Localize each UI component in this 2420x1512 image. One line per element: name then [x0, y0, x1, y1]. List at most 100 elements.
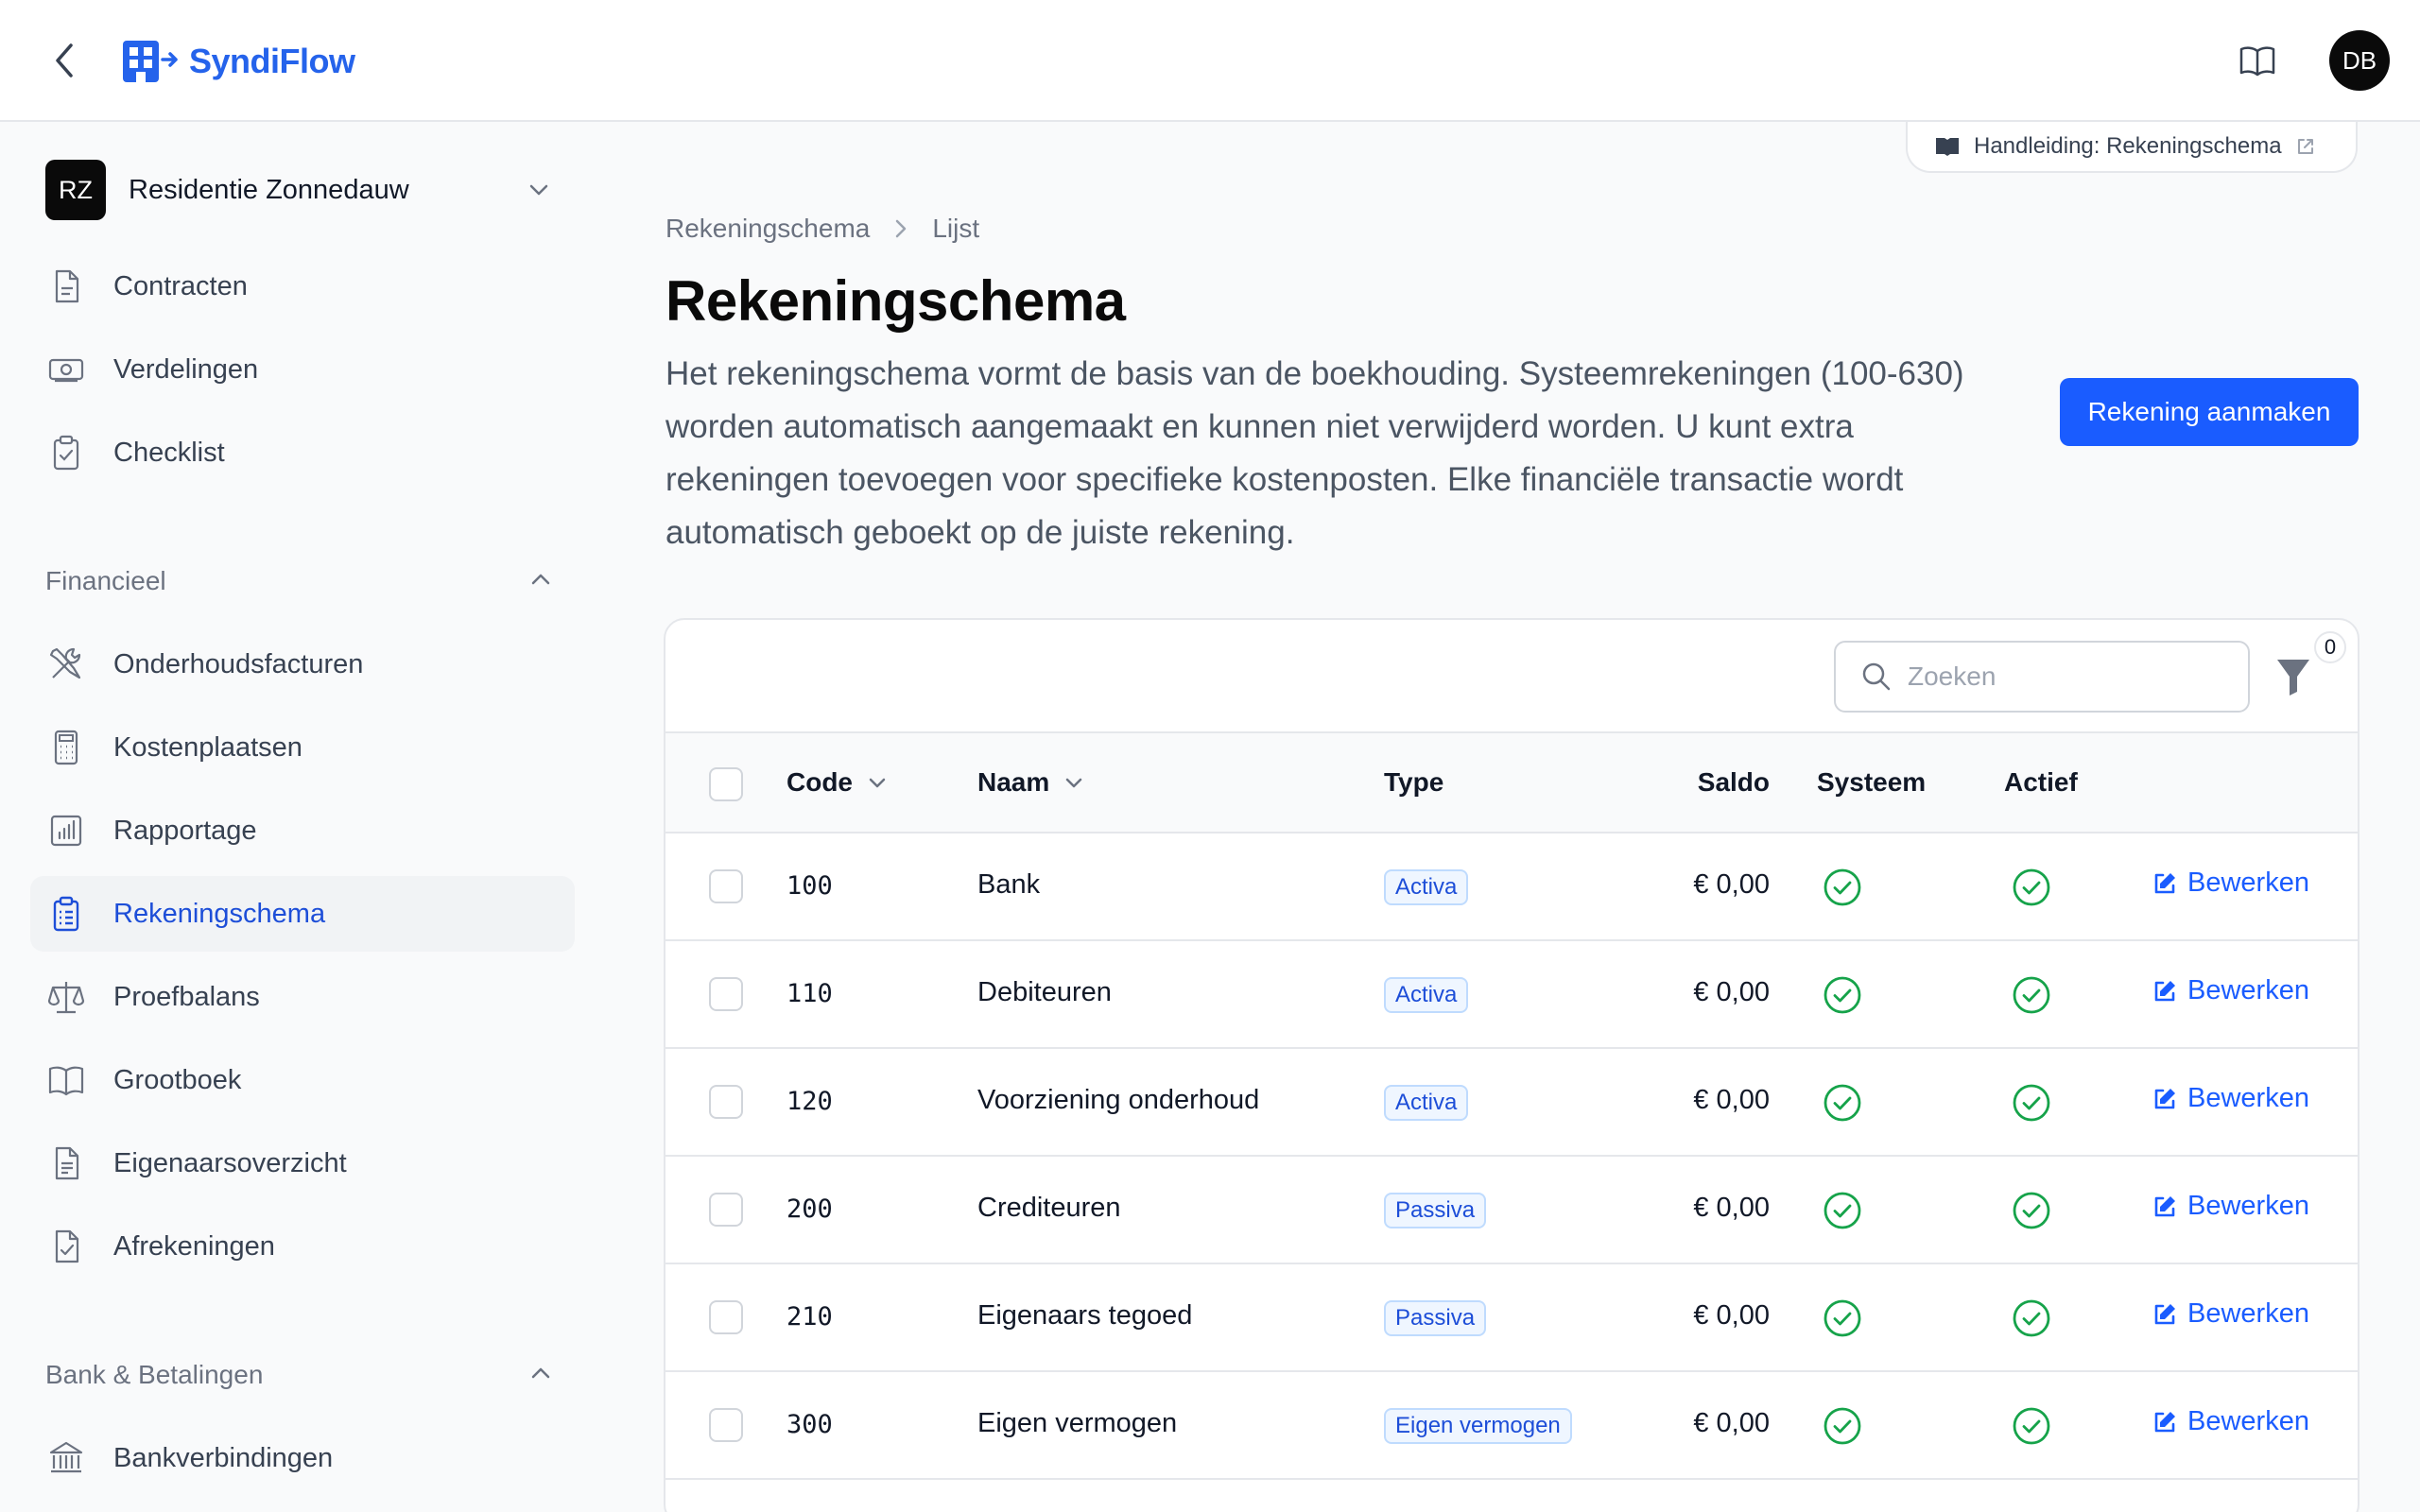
column-header-type: Type — [1384, 767, 1444, 797]
account-name: Eigen vermogen — [977, 1408, 1178, 1438]
back-button[interactable] — [45, 38, 83, 83]
brand-logo[interactable]: SyndiFlow — [121, 38, 355, 85]
sidebar-item-grootboek[interactable]: Grootboek — [30, 1042, 575, 1118]
page-title: Rekeningschema — [666, 269, 1126, 333]
edit-button[interactable]: Bewerken — [2152, 1083, 2309, 1114]
edit-label: Bewerken — [2187, 975, 2309, 1005]
sidebar-item-onderhoudsfacturen[interactable]: Onderhoudsfacturen — [30, 627, 575, 702]
type-badge: Passiva — [1384, 1300, 1487, 1336]
row-checkbox[interactable] — [709, 1085, 743, 1119]
table-row: 200 Crediteuren Passiva € 0,00 Bewerken — [666, 1157, 2358, 1264]
tenant-badge: RZ — [45, 160, 106, 220]
type-badge: Activa — [1384, 1085, 1469, 1121]
sidebar-item-afrekeningen[interactable]: Afrekeningen — [30, 1209, 575, 1284]
tenant-selector[interactable]: RZ Residentie Zonnedauw — [45, 160, 575, 220]
manual-link[interactable]: Handleiding: Rekeningschema — [1906, 122, 2358, 173]
search-box[interactable] — [1834, 641, 2250, 713]
manual-link-label: Handleiding: Rekeningschema — [1974, 133, 2282, 159]
manual-button[interactable] — [2238, 43, 2276, 77]
tenant-name: Residentie Zonnedauw — [129, 174, 409, 205]
table-header: Code Naam Type Saldo Systeem Actief — [666, 733, 2358, 833]
row-checkbox[interactable] — [709, 1408, 743, 1442]
funnel-icon — [2277, 660, 2309, 696]
edit-button[interactable]: Bewerken — [2152, 975, 2309, 1006]
sidebar-item-label: Eigenaarsoverzicht — [113, 1147, 347, 1178]
breadcrumb-item-lijst: Lijst — [932, 214, 980, 243]
active-check-icon — [2013, 1084, 2050, 1122]
edit-icon — [2154, 980, 2175, 1001]
table-row: 300 Eigen vermogen Eigen vermogen € 0,00… — [666, 1372, 2358, 1480]
sidebar-item-proefbalans[interactable]: Proefbalans — [30, 959, 575, 1035]
sidebar-item-label: Proefbalans — [113, 981, 260, 1012]
column-header-saldo: Saldo — [1697, 767, 1770, 797]
chevron-left-icon — [56, 43, 73, 77]
account-name: Bank — [977, 869, 1041, 900]
column-header-naam[interactable]: Naam — [977, 767, 1085, 798]
sidebar-item-label: Verdelingen — [113, 353, 259, 385]
system-check-icon — [1824, 1192, 1861, 1229]
edit-icon — [2154, 1411, 2175, 1432]
account-balance: € 0,00 — [1693, 1300, 1770, 1331]
active-check-icon — [2013, 1299, 2050, 1337]
bar-chart-icon — [50, 815, 82, 847]
external-link-icon — [2297, 139, 2313, 154]
sidebar-item-kostenplaatsen[interactable]: Kostenplaatsen — [30, 710, 575, 785]
sidebar-item-verdelingen[interactable]: Verdelingen — [30, 332, 575, 407]
search-input[interactable] — [1908, 662, 2248, 692]
edit-button[interactable]: Bewerken — [2152, 1191, 2309, 1222]
user-avatar[interactable]: DB — [2329, 30, 2390, 91]
account-code: 200 — [786, 1194, 833, 1224]
chevron-down-icon — [869, 778, 886, 788]
type-badge: Passiva — [1384, 1193, 1487, 1228]
column-header-systeem: Systeem — [1817, 767, 1927, 797]
edit-button[interactable]: Bewerken — [2152, 868, 2309, 899]
select-all-checkbox[interactable] — [709, 767, 743, 801]
sidebar-item-label: Grootboek — [113, 1064, 242, 1095]
account-name: Debiteuren — [977, 977, 1112, 1007]
account-name: Crediteuren — [977, 1193, 1121, 1223]
row-checkbox[interactable] — [709, 1300, 743, 1334]
edit-label: Bewerken — [2187, 1083, 2309, 1113]
column-label: Code — [786, 767, 853, 797]
sidebar-item-contracten[interactable]: Contracten — [30, 249, 575, 324]
edit-label: Bewerken — [2187, 868, 2309, 898]
edit-button[interactable]: Bewerken — [2152, 1298, 2309, 1330]
sidebar-item-bankverbindingen[interactable]: Bankverbindingen — [30, 1420, 575, 1496]
active-check-icon — [2013, 868, 2050, 906]
chevron-down-icon — [529, 184, 548, 196]
row-checkbox[interactable] — [709, 1193, 743, 1227]
document-text-icon — [55, 1146, 79, 1180]
sidebar-item-checklist[interactable]: Checklist — [30, 415, 575, 490]
account-name: Eigenaars tegoed — [977, 1300, 1193, 1331]
breadcrumb: Rekeningschema Lijst — [666, 214, 979, 244]
sidebar-item-eigenaarsoverzicht[interactable]: Eigenaarsoverzicht — [30, 1125, 575, 1201]
account-code: 120 — [786, 1087, 833, 1116]
book-icon — [1936, 138, 1959, 156]
book-open-icon — [2239, 46, 2275, 77]
row-checkbox[interactable] — [709, 869, 743, 903]
edit-button[interactable]: Bewerken — [2152, 1406, 2309, 1437]
account-balance: € 0,00 — [1693, 1193, 1770, 1223]
edit-icon — [2154, 872, 2175, 893]
sidebar-item-label: Bankverbindingen — [113, 1442, 334, 1473]
account-balance: € 0,00 — [1693, 1085, 1770, 1115]
table-row: 100 Bank Activa € 0,00 Bewerken — [666, 833, 2358, 941]
sidebar-item-rapportage[interactable]: Rapportage — [30, 793, 575, 868]
table-toolbar: 0 — [666, 620, 2358, 733]
chevron-right-icon — [896, 219, 907, 238]
building-logo-icon — [123, 41, 178, 82]
edit-icon — [2154, 1195, 2175, 1216]
sidebar-item-rekeningschema[interactable]: Rekeningschema — [30, 876, 575, 952]
active-check-icon — [2013, 1192, 2050, 1229]
table-row: 110 Debiteuren Activa € 0,00 Bewerken — [666, 941, 2358, 1049]
chevron-up-icon[interactable] — [526, 564, 556, 594]
create-account-button[interactable]: Rekening aanmaken — [2060, 378, 2359, 446]
account-code: 110 — [786, 979, 833, 1008]
type-badge: Activa — [1384, 869, 1469, 905]
chevron-up-icon[interactable] — [526, 1358, 556, 1388]
type-badge: Activa — [1384, 977, 1469, 1013]
breadcrumb-item-rekeningschema[interactable]: Rekeningschema — [666, 214, 870, 244]
filter-button[interactable] — [2274, 656, 2316, 697]
row-checkbox[interactable] — [709, 977, 743, 1011]
column-header-code[interactable]: Code — [786, 767, 889, 798]
